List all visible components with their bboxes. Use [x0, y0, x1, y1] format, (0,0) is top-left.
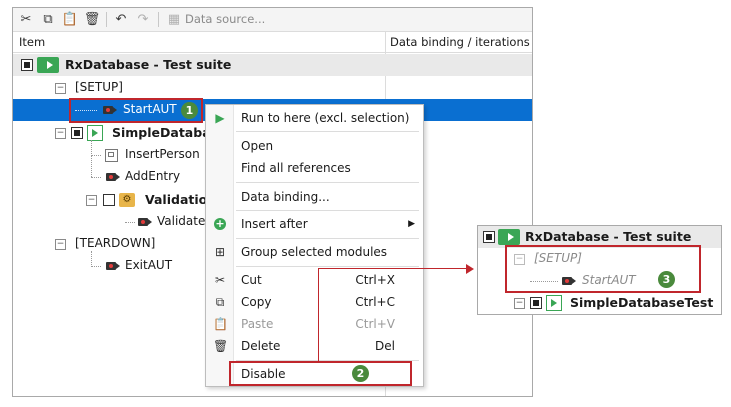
column-header: Item Data binding / iterations [13, 32, 532, 53]
test-case-icon [546, 295, 562, 311]
paste-icon: 📋 [213, 317, 228, 331]
inset-simple-db-test-label: SimpleDatabaseTest [570, 295, 714, 310]
callout-badge-2: 2 [352, 365, 369, 382]
module-group-icon [105, 149, 118, 162]
test-suite-icon [498, 229, 520, 245]
data-source-button[interactable]: Data source... [185, 12, 265, 26]
redo-icon[interactable]: ↷ [135, 11, 151, 27]
tree-row-root[interactable]: RxDatabase - Test suite [13, 54, 532, 76]
add-entry-label: AddEntry [125, 169, 181, 183]
context-menu: ▶ Run to here (excl. selection) Open Fin… [205, 104, 424, 387]
scissors-icon: ✂ [214, 273, 226, 287]
setup-label: [SETUP] [75, 80, 123, 94]
insert-person-label: InsertPerson [125, 147, 200, 161]
record-module-icon [138, 218, 152, 226]
column-item[interactable]: Item [19, 35, 45, 49]
toolbar: ✂ ⧉ 📋 🗑 ↶ ↷ ▦ Data source... [13, 8, 532, 32]
callout-badge-3: 3 [658, 271, 675, 288]
tree-row-setup[interactable]: − [SETUP] [13, 77, 532, 99]
paste-icon[interactable]: 📋 [62, 11, 78, 27]
test-case-icon [87, 125, 103, 141]
menu-cut[interactable]: ✂ Cut Ctrl+X [206, 269, 423, 291]
copy-icon: ⧉ [215, 295, 225, 309]
menu-copy[interactable]: ⧉ Copy Ctrl+C [206, 291, 423, 313]
undo-icon[interactable]: ↶ [113, 11, 129, 27]
inset-root-label: RxDatabase - Test suite [525, 229, 692, 244]
menu-delete[interactable]: 🗑 Delete Del [206, 335, 423, 357]
menu-open[interactable]: Open [206, 135, 423, 157]
group-modules-icon: ⊞ [214, 245, 226, 259]
trash-icon: 🗑 [213, 339, 229, 353]
smart-folder-icon: ⚙ [119, 193, 135, 207]
trash-icon[interactable]: 🗑 [84, 11, 101, 27]
scissors-icon[interactable]: ✂ [18, 11, 34, 27]
collapse-icon[interactable]: − [86, 195, 97, 206]
teardown-label: [TEARDOWN] [75, 236, 156, 250]
data-source-icon[interactable]: ▦ [166, 11, 182, 27]
test-suite-icon [37, 57, 59, 73]
root-label: RxDatabase - Test suite [65, 57, 232, 72]
record-module-icon [106, 173, 120, 181]
record-module-icon [106, 262, 120, 270]
submenu-arrow-icon: ▶ [408, 219, 415, 229]
highlight-box-2 [229, 361, 412, 386]
inset-row-simple-db-test[interactable]: − SimpleDatabaseTest [478, 292, 721, 314]
column-data-binding[interactable]: Data binding / iterations [390, 35, 530, 49]
root-checkbox[interactable] [483, 231, 495, 243]
test-case-checkbox[interactable] [71, 127, 83, 139]
exit-aut-label: ExitAUT [125, 258, 173, 272]
collapse-icon[interactable]: − [55, 239, 66, 250]
menu-run-to-here[interactable]: ▶ Run to here (excl. selection) [206, 107, 423, 129]
copy-icon[interactable]: ⧉ [40, 11, 56, 27]
root-checkbox[interactable] [21, 59, 33, 71]
test-case-checkbox[interactable] [530, 297, 542, 309]
menu-data-binding[interactable]: Data binding... [206, 186, 423, 208]
validation-checkbox[interactable] [103, 194, 115, 206]
menu-find-references[interactable]: Find all references [206, 157, 423, 179]
menu-insert-after[interactable]: + Insert after ▶ [206, 213, 423, 235]
plus-icon: + [214, 217, 226, 230]
collapse-icon[interactable]: − [55, 83, 66, 94]
run-icon: ▶ [215, 111, 225, 125]
callout-badge-1: 1 [181, 102, 198, 119]
collapse-icon[interactable]: − [55, 128, 66, 139]
arrow-head-icon [466, 264, 474, 274]
collapse-icon[interactable]: − [514, 298, 525, 309]
menu-group-modules[interactable]: ⊞ Group selected modules [206, 241, 423, 263]
menu-paste[interactable]: 📋 Paste Ctrl+V [206, 313, 423, 335]
